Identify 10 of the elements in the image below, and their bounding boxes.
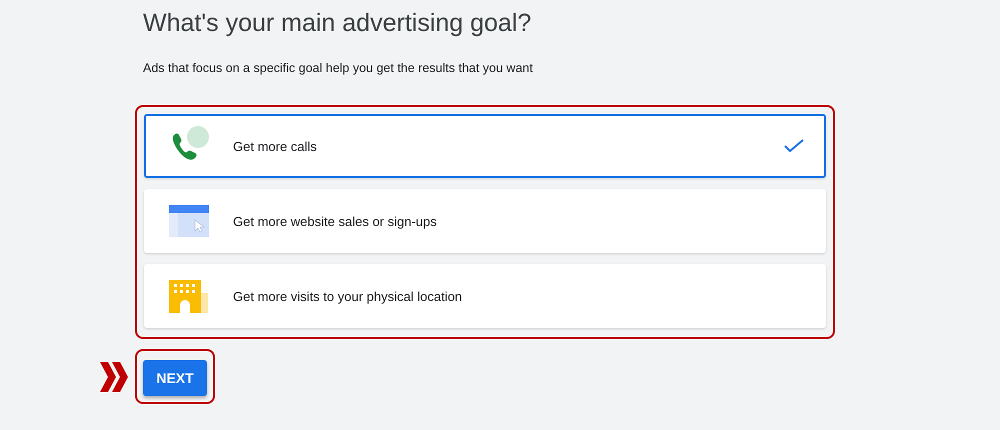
- goal-option[interactable]: Get more calls: [144, 114, 826, 178]
- next-button[interactable]: NEXT: [143, 360, 207, 396]
- checkmark-icon: [784, 139, 804, 153]
- goal-option[interactable]: Get more website sales or sign-ups: [144, 189, 826, 253]
- browser-window-icon: [168, 204, 210, 238]
- double-chevron-icon: [100, 362, 128, 392]
- building-icon: [168, 279, 210, 313]
- page-subtitle: Ads that focus on a specific goal help you get the results that you want: [143, 60, 534, 76]
- goal-option[interactable]: Get more visits to your physical location: [144, 264, 826, 328]
- page-heading: What's your main advertising goal?: [143, 8, 532, 38]
